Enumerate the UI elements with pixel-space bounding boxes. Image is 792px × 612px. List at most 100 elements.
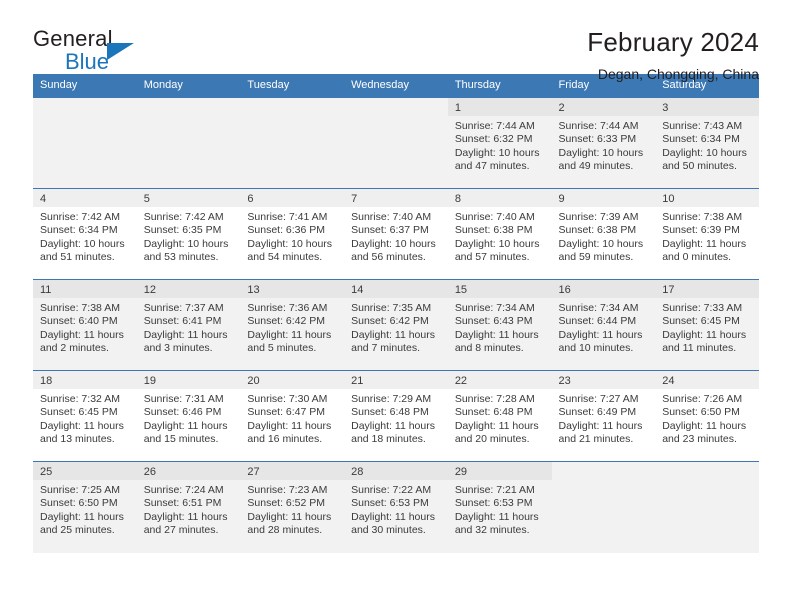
day-details: Sunrise: 7:38 AM Sunset: 6:39 PM Daylight:… [655,207,759,265]
day-number: 10 [655,189,759,207]
sunset-text: Sunset: 6:34 PM [662,133,740,146]
daylight-text-line2: and 7 minutes. [351,342,420,355]
calendar-day-cell[interactable]: 1 Sunrise: 7:44 AM Sunset: 6:32 PM Daylight… [447,97,552,189]
calendar-day-cell[interactable]: 20 Sunrise: 7:30 AM Sunset: 6:47 PM Dayligh… [240,370,345,462]
daylight-text-line2: and 16 minutes. [247,433,323,446]
day-details: Sunrise: 7:35 AM Sunset: 6:42 PM Daylight:… [344,298,448,356]
calendar-day-cell[interactable]: 10 Sunrise: 7:38 AM Sunset: 6:39 PM Dayligh… [655,188,759,280]
calendar-day-cell[interactable]: 2 Sunrise: 7:44 AM Sunset: 6:33 PM Daylight… [551,97,656,189]
calendar-day-cell[interactable]: 28 Sunrise: 7:22 AM Sunset: 6:53 PM Dayligh… [344,461,448,553]
calendar-day-cell[interactable]: 24 Sunrise: 7:26 AM Sunset: 6:50 PM Dayligh… [655,370,759,462]
sunrise-text: Sunrise: 7:40 AM [454,211,535,223]
calendar-day-cell[interactable]: 3 Sunrise: 7:43 AM Sunset: 6:34 PM Daylight… [655,97,759,189]
day-number: 3 [655,98,759,116]
calendar-day-cell[interactable]: 15 Sunrise: 7:34 AM Sunset: 6:43 PM Dayligh… [447,279,552,371]
calendar-day-cell[interactable]: 8 Sunrise: 7:40 AM Sunset: 6:38 PM Daylight… [447,188,552,280]
calendar-day-cell[interactable]: 14 Sunrise: 7:35 AM Sunset: 6:42 PM Dayligh… [344,279,448,371]
daylight-text-line1: Daylight: 11 hours [454,510,539,523]
weekday-header-monday: Monday [136,74,241,98]
day-number [240,98,344,116]
title-block: February 2024 Degan, Chongqing, China [587,28,759,82]
calendar-day-cell[interactable]: 4 Sunrise: 7:42 AM Sunset: 6:34 PM Daylight… [33,188,137,280]
daylight-text-line2: and 59 minutes. [558,251,634,264]
calendar-week-row: 4 Sunrise: 7:42 AM Sunset: 6:34 PM Daylight… [33,188,759,280]
day-number [344,98,448,116]
calendar-week-row: 11 Sunrise: 7:38 AM Sunset: 6:40 PM Dayligh… [33,279,759,371]
daylight-text-line2: and 3 minutes. [143,342,213,355]
day-details: Sunrise: 7:39 AM Sunset: 6:38 PM Daylight:… [552,207,656,265]
daylight-text-line1: Daylight: 11 hours [40,419,124,432]
day-details: Sunrise: 7:28 AM Sunset: 6:48 PM Daylight:… [448,389,552,447]
calendar-day-cell[interactable]: 13 Sunrise: 7:36 AM Sunset: 6:42 PM Dayligh… [240,279,345,371]
daylight-text-line2: and 32 minutes. [454,524,530,537]
calendar-empty-cell [240,97,345,189]
day-details: Sunrise: 7:24 AM Sunset: 6:51 PM Daylight:… [137,480,241,538]
daylight-text-line2: and 51 minutes. [40,251,115,264]
sunset-text: Sunset: 6:41 PM [143,315,222,328]
sunset-text: Sunset: 6:33 PM [558,133,637,146]
daylight-text-line2: and 18 minutes. [351,433,426,446]
daylight-text-line1: Daylight: 10 hours [143,237,229,250]
calendar-day-cell[interactable]: 16 Sunrise: 7:34 AM Sunset: 6:44 PM Dayligh… [551,279,656,371]
day-number: 23 [551,371,656,389]
daylight-text-line1: Daylight: 11 hours [662,328,747,341]
day-number [655,462,759,480]
day-number: 18 [33,371,137,389]
sunset-text: Sunset: 6:48 PM [454,406,533,419]
calendar-day-cell[interactable]: 6 Sunrise: 7:41 AM Sunset: 6:36 PM Daylight… [240,188,345,280]
day-details: Sunrise: 7:38 AM Sunset: 6:40 PM Daylight:… [33,298,137,356]
calendar-day-cell[interactable]: 12 Sunrise: 7:37 AM Sunset: 6:41 PM Dayligh… [136,279,241,371]
day-number: 27 [240,462,345,480]
calendar-day-cell[interactable]: 17 Sunrise: 7:33 AM Sunset: 6:45 PM Dayligh… [655,279,759,371]
calendar-day-cell[interactable]: 9 Sunrise: 7:39 AM Sunset: 6:38 PM Daylight… [551,188,656,280]
daylight-text-line2: and 21 minutes. [558,433,634,446]
day-details: Sunrise: 7:41 AM Sunset: 6:36 PM Daylight:… [240,207,344,265]
calendar-day-cell[interactable]: 26 Sunrise: 7:24 AM Sunset: 6:51 PM Dayligh… [136,461,241,553]
calendar-day-cell[interactable]: 25 Sunrise: 7:25 AM Sunset: 6:50 PM Dayligh… [33,461,137,553]
day-number: 7 [344,189,448,207]
sunrise-text: Sunrise: 7:39 AM [558,211,639,223]
daylight-text-line1: Daylight: 11 hours [558,328,643,341]
calendar-week-row: 18 Sunrise: 7:32 AM Sunset: 6:45 PM Dayligh… [33,370,759,462]
sunset-text: Sunset: 6:44 PM [558,315,637,328]
day-number: 20 [240,371,345,389]
calendar-day-cell[interactable]: 11 Sunrise: 7:38 AM Sunset: 6:40 PM Dayligh… [33,279,137,371]
daylight-text-line2: and 8 minutes. [454,342,524,355]
day-details: Sunrise: 7:25 AM Sunset: 6:50 PM Daylight:… [33,480,137,538]
day-details: Sunrise: 7:31 AM Sunset: 6:46 PM Daylight:… [137,389,241,447]
daylight-text-line1: Daylight: 10 hours [247,237,333,250]
daylight-text-line1: Daylight: 11 hours [351,510,435,523]
sunset-text: Sunset: 6:53 PM [351,497,429,510]
day-number [137,98,241,116]
daylight-text-line2: and 28 minutes. [247,524,323,537]
daylight-text-line2: and 13 minutes. [40,433,115,446]
sunrise-text: Sunrise: 7:44 AM [454,120,535,132]
calendar-day-cell[interactable]: 29 Sunrise: 7:21 AM Sunset: 6:53 PM Dayligh… [447,461,552,553]
day-details: Sunrise: 7:36 AM Sunset: 6:42 PM Daylight:… [240,298,344,356]
day-details: Sunrise: 7:21 AM Sunset: 6:53 PM Daylight:… [448,480,552,538]
calendar-day-cell[interactable]: 19 Sunrise: 7:31 AM Sunset: 6:46 PM Dayligh… [136,370,241,462]
weekday-header-sunday: Sunday [33,74,137,98]
daylight-text-line2: and 25 minutes. [40,524,115,537]
daylight-text-line2: and 10 minutes. [558,342,634,355]
calendar-day-cell[interactable]: 18 Sunrise: 7:32 AM Sunset: 6:45 PM Dayligh… [33,370,137,462]
day-number: 5 [136,189,241,207]
day-details: Sunrise: 7:26 AM Sunset: 6:50 PM Daylight:… [655,389,759,447]
sunset-text: Sunset: 6:38 PM [454,224,533,237]
sunrise-text: Sunrise: 7:23 AM [247,484,328,496]
general-blue-logo[interactable]: General Blue [33,28,183,76]
calendar-day-cell[interactable]: 7 Sunrise: 7:40 AM Sunset: 6:37 PM Daylight… [344,188,448,280]
calendar-day-cell[interactable]: 22 Sunrise: 7:28 AM Sunset: 6:48 PM Dayligh… [447,370,552,462]
daylight-text-line2: and 23 minutes. [662,433,737,446]
sunrise-text: Sunrise: 7:24 AM [143,484,224,496]
calendar-day-cell[interactable]: 21 Sunrise: 7:29 AM Sunset: 6:48 PM Dayligh… [344,370,448,462]
calendar-day-cell[interactable]: 27 Sunrise: 7:23 AM Sunset: 6:52 PM Dayligh… [240,461,345,553]
daylight-text-line1: Daylight: 11 hours [662,237,747,250]
sunset-text: Sunset: 6:47 PM [247,406,326,419]
daylight-text-line2: and 54 minutes. [247,251,323,264]
day-details: Sunrise: 7:34 AM Sunset: 6:43 PM Daylight:… [448,298,552,356]
calendar-day-cell[interactable]: 5 Sunrise: 7:42 AM Sunset: 6:35 PM Daylight… [136,188,241,280]
day-number: 22 [447,371,552,389]
sunrise-text: Sunrise: 7:26 AM [662,393,743,405]
calendar-day-cell[interactable]: 23 Sunrise: 7:27 AM Sunset: 6:49 PM Dayligh… [551,370,656,462]
